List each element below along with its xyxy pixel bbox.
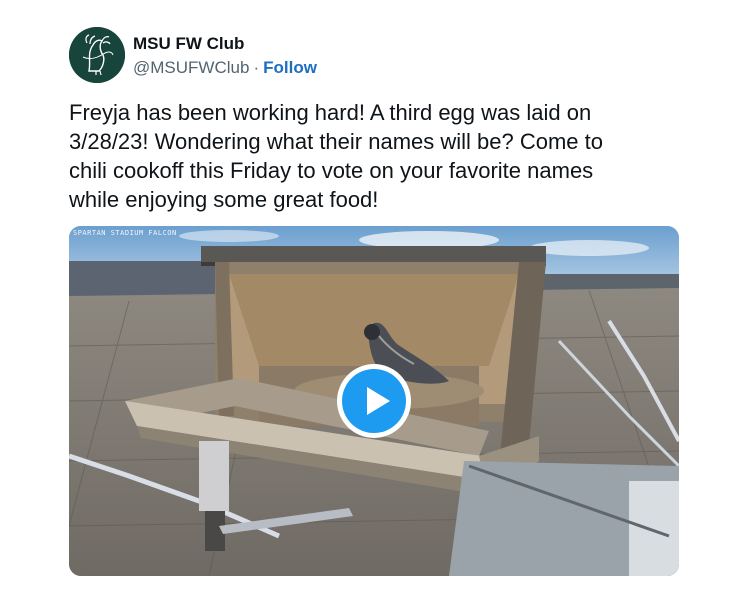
video-watermark: SPARTAN STADIUM FALCON	[73, 229, 177, 237]
name-block: MSU FW Club @MSUFWClub · Follow	[133, 33, 317, 79]
follow-button[interactable]: Follow	[263, 58, 317, 77]
club-logo-icon	[69, 27, 125, 83]
play-button[interactable]	[337, 364, 411, 438]
tweet-header: MSU FW Club @MSUFWClub · Follow	[69, 27, 469, 85]
play-button-inner	[342, 369, 406, 433]
video-player[interactable]: SPARTAN STADIUM FALCON	[69, 226, 679, 576]
handle[interactable]: @MSUFWClub	[133, 58, 249, 77]
tweet-card: MSU FW Club @MSUFWClub · Follow Freyja has…	[0, 0, 750, 612]
display-name[interactable]: MSU FW Club	[133, 33, 317, 55]
separator-dot: ·	[253, 58, 260, 77]
handle-row: @MSUFWClub · Follow	[133, 57, 317, 79]
tweet-text: Freyja has been working hard! A third eg…	[69, 100, 603, 212]
avatar[interactable]	[69, 27, 125, 83]
play-icon	[367, 387, 390, 415]
